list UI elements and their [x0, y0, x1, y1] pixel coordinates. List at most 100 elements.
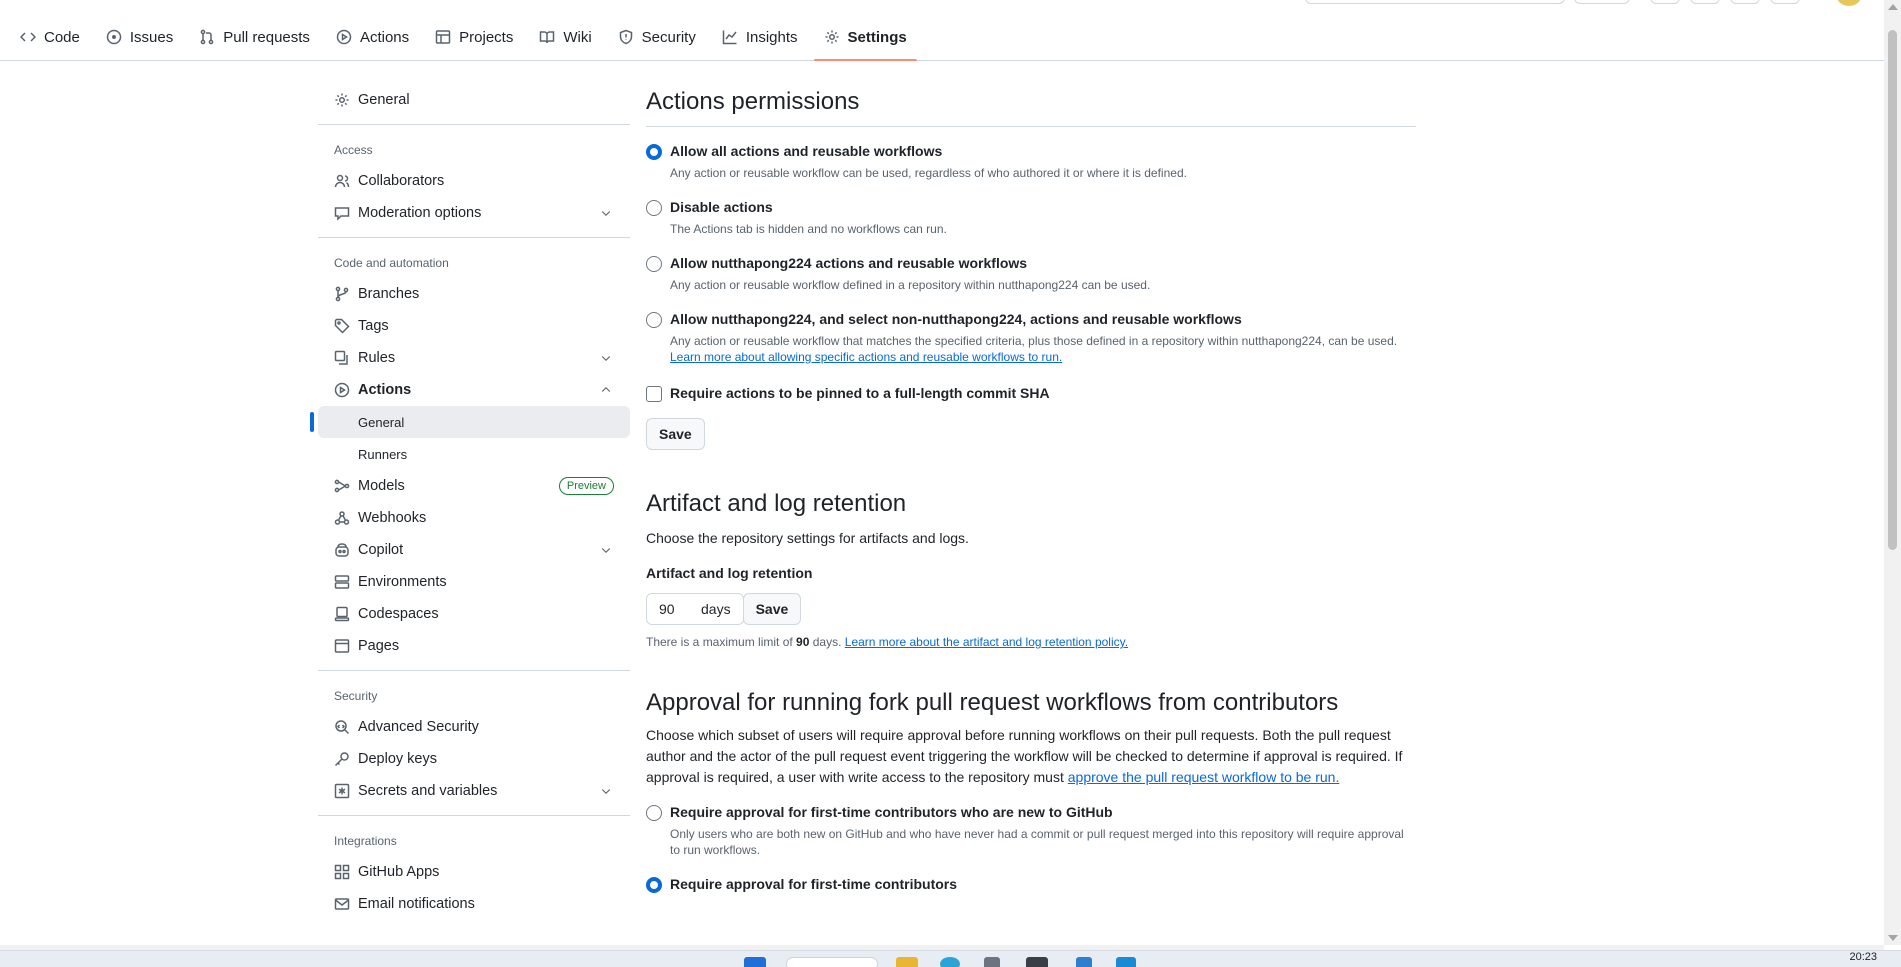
sidebar-item-environments[interactable]: Environments [318, 566, 630, 598]
sidebar-item-deploy-keys[interactable]: Deploy keys [318, 743, 630, 775]
radio-disable[interactable] [646, 200, 662, 216]
app-icon[interactable] [984, 957, 1000, 967]
create-button[interactable] [1650, 0, 1680, 4]
scroll-down-icon[interactable] [1888, 935, 1898, 941]
sidebar-item-label: General [358, 414, 405, 430]
search-box[interactable] [1305, 0, 1565, 4]
sidebar-item-rules[interactable]: Rules [318, 342, 630, 374]
clock[interactable]: 20:23 [1849, 951, 1877, 963]
issues-button[interactable] [1690, 0, 1720, 4]
save-retention-button[interactable]: Save [742, 593, 802, 625]
retention-form: 90 days Save [646, 593, 1416, 625]
approval-option-first-time[interactable]: Require approval for first-time contribu… [646, 876, 1416, 893]
section-title-approval: Approval for running fork pull request w… [646, 689, 1339, 716]
codespaces-icon [334, 606, 350, 622]
inbox-button[interactable] [1770, 0, 1800, 4]
tab-wiki[interactable]: Wiki [529, 20, 601, 54]
scrollbar-thumb[interactable] [1888, 30, 1897, 550]
sidebar-item-webhooks[interactable]: Webhooks [318, 502, 630, 534]
sidebar-item-label: Runners [358, 446, 408, 462]
sidebar-item-email-notifications[interactable]: Email notifications [318, 888, 630, 920]
save-permissions-button[interactable]: Save [646, 418, 705, 450]
sidebar-item-label: Models [358, 478, 405, 494]
permission-option-allow-select[interactable]: Allow nutthapong224, and select non-nutt… [646, 311, 1416, 365]
vertical-scrollbar[interactable] [1884, 0, 1901, 945]
approve-workflow-link[interactable]: approve the pull request workflow to be … [1068, 769, 1340, 785]
graph-icon [722, 30, 737, 45]
calendar-icon[interactable] [1076, 957, 1092, 967]
sidebar-item-moderation[interactable]: Moderation options [318, 197, 630, 229]
radio-allow-all[interactable] [646, 144, 662, 160]
sidebar-item-label: Codespaces [358, 606, 439, 622]
sidebar-item-label: Collaborators [358, 173, 445, 189]
sidebar-item-tags[interactable]: Tags [318, 310, 630, 342]
tab-label: Issues [129, 28, 174, 46]
retention-note: There is a maximum limit of 90 days. Lea… [646, 635, 1416, 649]
tab-security[interactable]: Security [608, 20, 706, 54]
sidebar-group-integrations: Integrations GitHub Apps Email notificat… [318, 815, 630, 920]
radio-allow-select[interactable] [646, 312, 662, 328]
tab-settings[interactable]: Settings [813, 20, 917, 61]
radio-new-to-github[interactable] [646, 805, 662, 821]
tab-projects[interactable]: Projects [425, 20, 523, 54]
tab-label: Pull requests [223, 28, 310, 46]
pulls-button[interactable] [1730, 0, 1760, 4]
option-title: Allow nutthapong224 actions and reusable… [670, 255, 1028, 271]
scroll-up-icon[interactable] [1888, 4, 1898, 10]
retention-policy-link[interactable]: Learn more about the artifact and log re… [845, 635, 1128, 649]
sidebar-item-actions-general[interactable]: General [310, 406, 630, 438]
sidebar-item-actions-runners[interactable]: Runners [318, 438, 630, 470]
tab-label: Wiki [563, 28, 592, 46]
option-desc: Any action or reusable workflow can be u… [670, 166, 1187, 180]
shield-icon [619, 29, 632, 45]
tab-label: Insights [745, 28, 798, 46]
sidebar-item-pages[interactable]: Pages [318, 630, 630, 662]
sidebar-item-copilot[interactable]: Copilot [318, 534, 630, 566]
option-desc-text: Any action or reusable workflow that mat… [670, 334, 1398, 348]
terminal-icon[interactable] [1026, 957, 1048, 967]
tab-code[interactable]: Code [10, 20, 90, 54]
command-button[interactable] [1574, 0, 1630, 4]
sidebar-item-github-apps[interactable]: GitHub Apps [318, 856, 630, 888]
sidebar-group-code: Code and automation Branches Tags Rules … [310, 237, 630, 662]
sidebar-item-advanced-security[interactable]: Advanced Security [318, 711, 630, 743]
retention-input-group[interactable]: 90 days [646, 593, 744, 625]
chevron-up-icon [601, 386, 611, 392]
chevron-down-icon [601, 211, 611, 217]
browser-icon[interactable] [940, 957, 960, 967]
tab-label: Code [44, 28, 80, 46]
tab-label: Actions [359, 28, 410, 46]
vscode-icon[interactable] [1116, 957, 1136, 967]
tab-issues[interactable]: Issues [96, 20, 183, 54]
asterisk-box-icon [334, 783, 350, 799]
retention-days-input[interactable]: 90 [647, 594, 697, 624]
sidebar-item-secrets[interactable]: Secrets and variables [318, 775, 630, 807]
tab-insights[interactable]: Insights [712, 20, 808, 54]
permission-option-disable[interactable]: Disable actions The Actions tab is hidde… [646, 199, 1416, 237]
avatar[interactable] [1836, 0, 1862, 6]
sidebar-item-branches[interactable]: Branches [318, 278, 630, 310]
sidebar-item-models[interactable]: Models Preview [318, 470, 630, 502]
sidebar-item-label: Branches [358, 286, 420, 302]
require-sha-row[interactable]: Require actions to be pinned to a full-l… [646, 385, 1416, 402]
sidebar-heading: Security [334, 689, 378, 703]
approval-option-new-to-github[interactable]: Require approval for first-time contribu… [646, 804, 1416, 858]
option-title: Allow nutthapong224, and select non-nutt… [670, 311, 1242, 327]
windows-start-icon[interactable] [744, 957, 766, 967]
sidebar-item-label: Advanced Security [358, 719, 479, 735]
tab-pull-requests[interactable]: Pull requests [189, 20, 320, 54]
sidebar-item-collaborators[interactable]: Collaborators [318, 165, 630, 197]
folder-icon[interactable] [896, 957, 918, 967]
permission-option-allow-owner[interactable]: Allow nutthapong224 actions and reusable… [646, 255, 1416, 293]
search-pill-icon[interactable] [786, 957, 878, 967]
sidebar-item-actions[interactable]: Actions [318, 374, 630, 406]
sidebar-item-codespaces[interactable]: Codespaces [318, 598, 630, 630]
permission-option-allow-all[interactable]: Allow all actions and reusable workflows… [646, 143, 1416, 181]
models-icon [334, 479, 350, 493]
radio-first-time[interactable] [646, 877, 662, 893]
require-sha-checkbox[interactable] [646, 386, 662, 402]
radio-allow-owner[interactable] [646, 256, 662, 272]
tab-actions[interactable]: Actions [326, 20, 419, 54]
sidebar-item-general[interactable]: General [318, 84, 630, 116]
learn-more-actions-link[interactable]: Learn more about allowing specific actio… [670, 350, 1062, 364]
